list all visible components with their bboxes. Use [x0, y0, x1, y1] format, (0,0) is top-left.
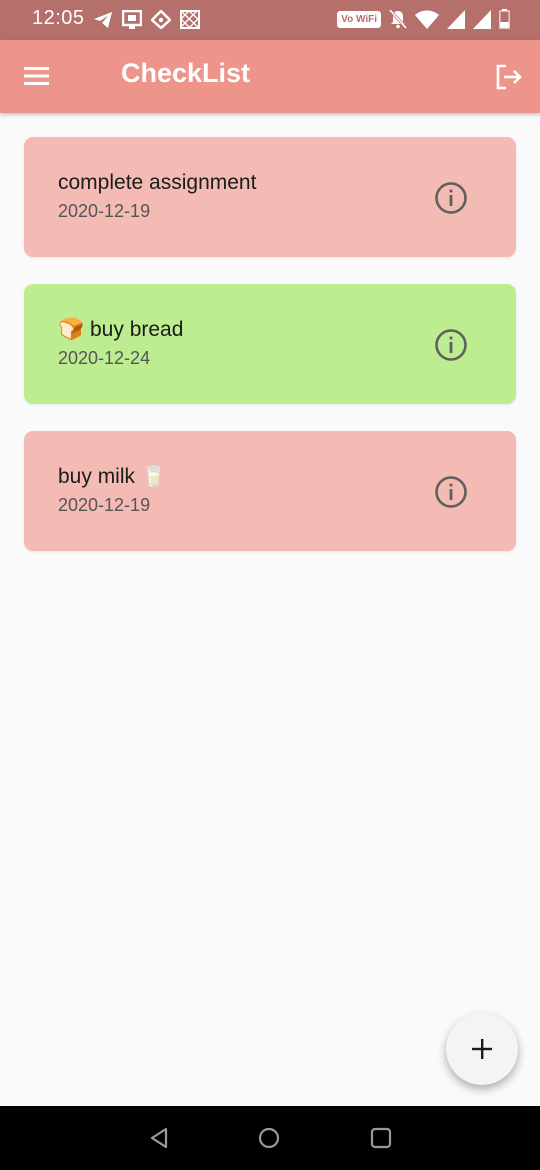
task-card[interactable]: 🍞 buy bread 2020-12-24 [24, 284, 516, 404]
vowifi-icon: Vo WiFi [337, 10, 381, 28]
logout-icon[interactable] [494, 62, 524, 92]
wifi-icon [415, 10, 439, 29]
task-date: 2020-12-19 [58, 495, 151, 515]
task-title: complete assignment [58, 171, 257, 194]
info-icon[interactable] [434, 181, 468, 215]
back-icon[interactable] [148, 1127, 170, 1154]
status-right-icons: Vo WiFi [337, 9, 510, 29]
task-list: complete assignment 2020-12-19 🍞 buy bre… [24, 137, 516, 578]
crosshatch-icon [180, 10, 200, 29]
status-left-icons [93, 10, 200, 29]
task-date: 2020-12-24 [58, 348, 151, 368]
screen-icon [122, 10, 142, 29]
hamburger-menu-icon[interactable] [24, 65, 50, 87]
navigation-bar [0, 1106, 540, 1170]
add-task-button[interactable] [446, 1013, 518, 1085]
task-card[interactable]: complete assignment 2020-12-19 [24, 137, 516, 257]
page-title: CheckList [121, 58, 251, 88]
home-icon[interactable] [258, 1127, 280, 1154]
plus-icon [472, 1039, 492, 1059]
signal-icon [447, 9, 465, 29]
mute-icon [389, 9, 407, 29]
location-icon [151, 10, 171, 29]
task-title: buy milk 🥛 [58, 465, 168, 488]
status-bar: 12:05 Vo WiFi [0, 0, 540, 40]
status-time: 12:05 [32, 7, 85, 29]
info-icon[interactable] [434, 328, 468, 362]
telegram-icon [93, 11, 113, 29]
task-title: 🍞 buy bread [58, 318, 184, 341]
task-date: 2020-12-19 [58, 201, 151, 221]
signal-icon [473, 9, 491, 29]
recents-icon[interactable] [370, 1127, 392, 1154]
task-card[interactable]: buy milk 🥛 2020-12-19 [24, 431, 516, 551]
battery-icon [499, 9, 510, 29]
info-icon[interactable] [434, 475, 468, 509]
app-bar: CheckList [0, 40, 540, 113]
